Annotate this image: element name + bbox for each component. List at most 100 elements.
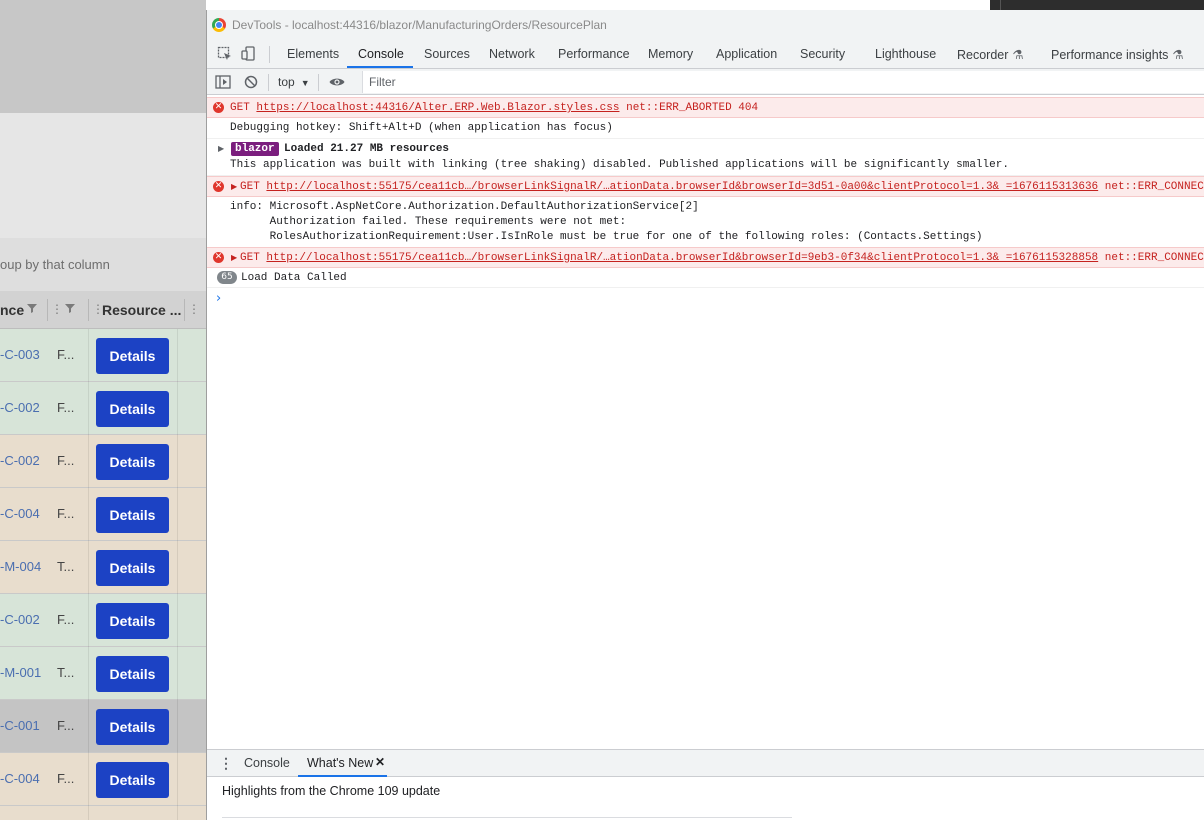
details-button[interactable]: Details <box>96 656 169 692</box>
details-button[interactable]: Details <box>96 497 169 533</box>
column-separator <box>47 299 48 321</box>
table-row[interactable]: -C-002 F... Details <box>0 382 206 435</box>
live-expression-eye-icon[interactable] <box>328 73 346 91</box>
console-error-message[interactable]: ✕ GET https://localhost:44316/Alter.ERP.… <box>207 97 1204 118</box>
console-info-message: info: Microsoft.AspNetCore.Authorization… <box>207 198 1204 248</box>
cell-divider <box>177 488 178 541</box>
table-row[interactable] <box>0 806 206 820</box>
table-row[interactable]: -C-001 F... Details <box>0 700 206 753</box>
column-header-resource[interactable]: Resource ... <box>102 302 181 318</box>
resource-code-cell: -C-002 <box>0 612 40 627</box>
message-text: This application was built with linking … <box>230 159 1009 171</box>
console-error-message[interactable]: ✕ ▶ GET http://localhost:55175/cea11cb…/… <box>207 176 1204 197</box>
cell-divider <box>177 435 178 488</box>
error-icon: ✕ <box>213 181 224 192</box>
tab-network[interactable]: Network <box>489 47 535 61</box>
close-tab-icon[interactable]: ✕ <box>375 755 385 769</box>
toolbar-separator <box>268 74 269 91</box>
table-row[interactable]: -M-001 T... Details <box>0 647 206 700</box>
console-filter-input[interactable] <box>362 71 1204 93</box>
message-line: RolesAuthorizationRequirement:User.IsInR… <box>230 231 983 243</box>
panel-tab-strip: Elements Console Sources Network Perform… <box>207 40 1204 69</box>
table-row[interactable]: -C-003 F... Details <box>0 329 206 382</box>
resource-link[interactable]: https://localhost:44316/Alter.ERP.Web.Bl… <box>256 102 619 114</box>
inspect-element-icon[interactable] <box>216 45 234 63</box>
filter-icon[interactable] <box>64 302 76 317</box>
message-text: Debugging hotkey: Shift+Alt+D (when appl… <box>230 122 613 134</box>
toolbar-separator <box>269 46 270 63</box>
resource-link[interactable]: http://localhost:55175/cea11cb…/browserL… <box>266 252 1098 264</box>
tab-lighthouse[interactable]: Lighthouse <box>875 47 936 61</box>
table-row[interactable]: -C-004 F... Details <box>0 488 206 541</box>
error-icon: ✕ <box>213 102 224 113</box>
table-row[interactable]: -C-002 F... Details <box>0 435 206 488</box>
column-header-reference[interactable]: nce <box>0 302 24 318</box>
clear-console-icon[interactable] <box>242 73 260 91</box>
tab-elements[interactable]: Elements <box>287 47 339 61</box>
details-button[interactable]: Details <box>96 709 169 745</box>
resource-code-cell: -C-001 <box>0 718 40 733</box>
window-title: DevTools - localhost:44316/blazor/Manufa… <box>232 18 607 32</box>
resource-code-cell: -C-004 <box>0 771 40 786</box>
details-button[interactable]: Details <box>96 550 169 586</box>
expand-triangle-icon[interactable]: ▶ <box>231 182 237 191</box>
console-log-message: 65 Load Data Called <box>207 269 1204 288</box>
details-button[interactable]: Details <box>96 338 169 374</box>
table-row[interactable]: -M-004 T... Details <box>0 541 206 594</box>
expand-triangle-icon[interactable]: ▶ <box>218 144 224 153</box>
table-row[interactable]: -C-004 F... Details <box>0 753 206 806</box>
device-toolbar-icon[interactable] <box>240 45 258 63</box>
tab-performance[interactable]: Performance <box>558 47 630 61</box>
tab-performance-insights-label: Performance insights <box>1051 48 1169 62</box>
cell-divider <box>88 647 89 700</box>
drawer-menu-icon[interactable]: ⋮ <box>219 755 233 772</box>
dropdown-arrow-icon: ▼ <box>300 78 310 88</box>
cell-divider <box>177 329 178 382</box>
toolbar-separator <box>318 74 319 91</box>
cell-divider <box>88 435 89 488</box>
expand-triangle-icon[interactable]: ▶ <box>231 253 237 262</box>
tab-security[interactable]: Security <box>800 47 845 61</box>
background-window-edge <box>990 0 1204 10</box>
drawer-tab-strip: ⋮ Console What's New ✕ <box>207 749 1204 777</box>
whats-new-panel: Highlights from the Chrome 109 update <box>207 777 1204 820</box>
details-button[interactable]: Details <box>96 603 169 639</box>
cell-divider <box>88 488 89 541</box>
truncated-cell: T... <box>57 559 75 574</box>
details-button[interactable]: Details <box>96 762 169 798</box>
tab-application[interactable]: Application <box>716 47 777 61</box>
filter-icon[interactable] <box>26 302 38 317</box>
active-tab-indicator <box>347 66 413 68</box>
column-menu-icon[interactable]: ⋮ <box>188 302 200 316</box>
context-selector[interactable]: top ▼ <box>278 75 310 89</box>
drawer-tab-console[interactable]: Console <box>244 756 290 770</box>
show-sidebar-icon[interactable] <box>214 73 232 91</box>
resource-code-cell: -M-004 <box>0 559 42 574</box>
tab-performance-insights[interactable]: Performance insights ⚗ <box>1051 47 1184 62</box>
request-method: GET <box>240 181 260 193</box>
resource-code-cell: -C-002 <box>0 400 40 415</box>
cell-divider <box>177 700 178 753</box>
tab-memory[interactable]: Memory <box>648 47 693 61</box>
message-line: Authorization failed. These requirements… <box>230 216 627 228</box>
tab-recorder[interactable]: Recorder ⚗ <box>957 47 1024 62</box>
column-menu-icon[interactable]: ⋮ <box>51 302 63 316</box>
table-row[interactable]: -C-002 F... Details <box>0 594 206 647</box>
details-button[interactable]: Details <box>96 391 169 427</box>
console-prompt-chevron-icon[interactable]: › <box>216 291 221 306</box>
divider <box>222 817 792 818</box>
console-group-message[interactable]: ▶ blazor Loaded 21.27 MB resources This … <box>207 140 1204 176</box>
tab-console[interactable]: Console <box>358 47 404 61</box>
cell-divider <box>88 382 89 435</box>
error-status: net::ERR_CONNECTION_REFUSED <box>1104 181 1204 193</box>
tab-sources[interactable]: Sources <box>424 47 470 61</box>
resource-link[interactable]: http://localhost:55175/cea11cb…/browserL… <box>266 181 1098 193</box>
truncated-cell: F... <box>57 612 75 627</box>
console-error-message[interactable]: ✕ ▶ GET http://localhost:55175/cea11cb…/… <box>207 247 1204 268</box>
details-button[interactable]: Details <box>96 444 169 480</box>
tab-recorder-label: Recorder <box>957 48 1009 62</box>
resource-code-cell: -C-002 <box>0 453 40 468</box>
drawer-tab-whats-new[interactable]: What's New <box>307 756 373 770</box>
request-method: GET <box>230 102 250 114</box>
devtools-title-bar: DevTools - localhost:44316/blazor/Manufa… <box>207 10 1204 40</box>
